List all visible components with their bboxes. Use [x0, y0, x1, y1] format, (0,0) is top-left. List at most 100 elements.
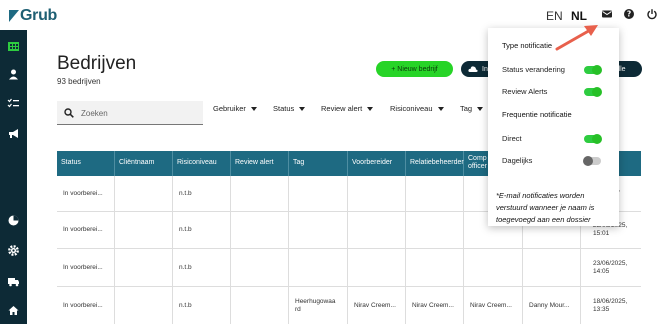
- cell-status: In voorberei...: [57, 287, 115, 324]
- cell-preparer: [348, 249, 406, 286]
- cell-status: In voorberei...: [57, 212, 115, 248]
- lang-nl-button[interactable]: NL: [571, 9, 587, 23]
- checklist-icon[interactable]: [7, 97, 20, 110]
- caret-down-icon: [437, 106, 444, 111]
- cell-risk: n.t.b: [173, 287, 231, 324]
- table-row[interactable]: In voorberei... n.t.b 23/06/2025, 14:05: [57, 249, 641, 287]
- filter-user-label: Gebruiker: [213, 104, 246, 113]
- daily-toggle[interactable]: [583, 156, 601, 166]
- search-input[interactable]: [81, 106, 191, 120]
- email-notification-note: *E-mail notificaties worden verstuurd wa…: [496, 191, 595, 224]
- cell-review: [231, 287, 289, 324]
- cell-owner: Danny Mour...: [523, 287, 581, 324]
- filter-status[interactable]: Status: [273, 104, 306, 113]
- cell-status: In voorberei...: [57, 249, 115, 286]
- new-company-button[interactable]: + Nieuw bedrijf: [376, 61, 453, 77]
- cell-tag: [289, 176, 348, 211]
- col-relationship-manager[interactable]: Relatiebeheerder: [406, 151, 464, 176]
- col-risk-level[interactable]: Risiconiveau: [173, 151, 231, 176]
- review-alerts-label: Review Alerts: [502, 87, 548, 96]
- company-count: 93 bedrijven: [57, 77, 101, 86]
- cell-compliance-officer: [464, 249, 523, 286]
- cell-tag: [289, 212, 348, 248]
- toggle-knob: [583, 156, 593, 166]
- settings-icon[interactable]: [7, 244, 20, 257]
- partial-action-button[interactable]: ille: [617, 61, 642, 77]
- filter-risk-level-label: Risiconiveau: [390, 104, 433, 113]
- cell-relationship-manager: [406, 249, 464, 286]
- status-change-label: Status verandering: [502, 65, 565, 74]
- table-row[interactable]: In voorberei... n.t.b Heerhugowaa rd Nir…: [57, 287, 641, 324]
- direct-toggle[interactable]: [584, 134, 602, 144]
- cell-review: [231, 212, 289, 248]
- filter-tag-label: Tag: [460, 104, 473, 113]
- cell-tag: Heerhugowaa rd: [289, 287, 348, 324]
- filter-review-alert-label: Review alert: [321, 104, 363, 113]
- toggle-knob: [592, 134, 602, 144]
- toggle-knob: [592, 87, 602, 97]
- app-name: Grub: [20, 7, 58, 24]
- top-bar: Grub EN NL ?: [0, 0, 670, 30]
- cell-status: In voorberei...: [57, 176, 115, 211]
- cell-owner: [523, 249, 581, 286]
- user-icon[interactable]: [7, 68, 20, 81]
- truck-icon[interactable]: [7, 275, 20, 288]
- import-label: In: [482, 65, 488, 73]
- svg-text:?: ?: [627, 10, 631, 19]
- home-icon[interactable]: [7, 304, 20, 317]
- cell-relationship-manager: Nirav Creem...: [406, 287, 464, 324]
- help-icon[interactable]: ?: [623, 8, 635, 20]
- cell-relationship-manager: [406, 176, 464, 211]
- cell-date: 23/06/2025, 14:05: [593, 259, 628, 275]
- col-review-alert[interactable]: Review alert: [231, 151, 289, 176]
- cell-preparer: [348, 212, 406, 248]
- direct-label: Direct: [502, 134, 522, 143]
- cell-tag: [289, 249, 348, 286]
- notification-settings-popover: Type notificatie Status verandering Revi…: [488, 28, 619, 226]
- review-alerts-toggle[interactable]: [584, 87, 602, 97]
- lang-en-button[interactable]: EN: [546, 9, 563, 23]
- filter-risk-level[interactable]: Risiconiveau: [390, 104, 444, 113]
- caret-down-icon: [477, 106, 484, 111]
- cell-client: [115, 249, 173, 286]
- cell-review: [231, 176, 289, 211]
- col-client-name[interactable]: Cliëntnaam: [115, 151, 173, 176]
- mail-icon[interactable]: [601, 8, 613, 20]
- cell-risk: n.t.b: [173, 212, 231, 248]
- cell-client: [115, 212, 173, 248]
- notification-frequency-heading: Frequentie notificatie: [502, 110, 572, 119]
- pie-chart-icon[interactable]: [7, 214, 20, 227]
- filter-status-label: Status: [273, 104, 295, 113]
- col-status[interactable]: Status: [57, 151, 115, 176]
- search-icon: [64, 108, 74, 118]
- caret-down-icon: [367, 106, 374, 111]
- search-box[interactable]: [57, 101, 203, 125]
- cell-preparer: [348, 176, 406, 211]
- notification-type-heading: Type notificatie: [502, 41, 553, 50]
- filter-review-alert[interactable]: Review alert: [321, 104, 374, 113]
- daily-label: Dagelijks: [502, 156, 533, 165]
- toggle-knob: [592, 65, 602, 75]
- caret-down-icon: [250, 106, 257, 111]
- col-preparer[interactable]: Voorbereider: [348, 151, 406, 176]
- power-icon[interactable]: [646, 8, 658, 20]
- filter-user[interactable]: Gebruiker: [213, 104, 257, 113]
- status-change-toggle[interactable]: [584, 65, 602, 75]
- col-tag[interactable]: Tag: [289, 151, 348, 176]
- logo-mark: [9, 10, 19, 22]
- filter-tag[interactable]: Tag: [460, 104, 484, 113]
- building-icon[interactable]: [7, 40, 20, 53]
- megaphone-icon[interactable]: [7, 127, 20, 140]
- page-title: Bedrijven: [57, 53, 137, 74]
- cell-risk: n.t.b: [173, 249, 231, 286]
- cell-compliance-officer: Nirav Creem...: [464, 287, 523, 324]
- cell-risk: n.t.b: [173, 176, 231, 211]
- upload-icon: [468, 66, 478, 72]
- cell-client: [115, 176, 173, 211]
- app-logo[interactable]: Grub: [9, 7, 57, 25]
- cell-date: 18/06/2025, 13:35: [593, 297, 628, 313]
- cell-preparer: Nirav Creem...: [348, 287, 406, 324]
- cell-review: [231, 249, 289, 286]
- sidebar: [0, 30, 27, 324]
- cell-client: [115, 287, 173, 324]
